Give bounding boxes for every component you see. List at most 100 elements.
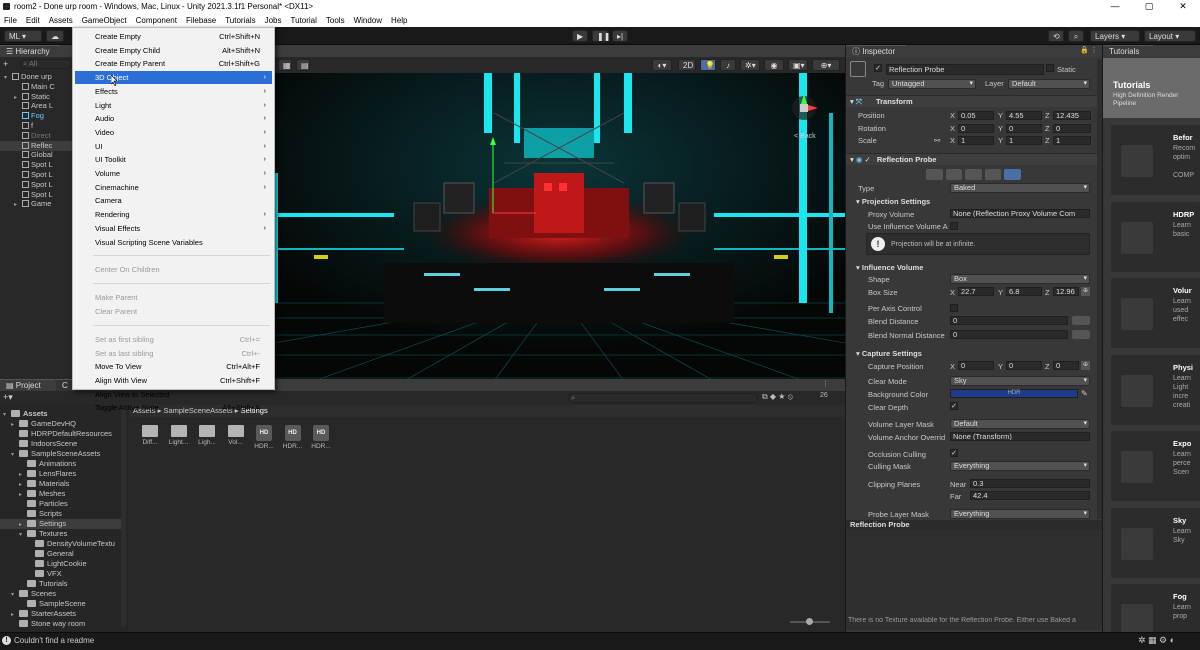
hierarchy-item[interactable]: Spot L (0, 180, 72, 190)
hierarchy-item[interactable]: Spot L (0, 190, 72, 200)
use-influence-checkbox[interactable] (950, 222, 958, 230)
project-tree-item[interactable]: General (0, 549, 121, 559)
layout-dropdown[interactable]: Layout ▾ (1144, 30, 1196, 42)
shading-mode-icon[interactable]: ◐▾ (652, 59, 672, 71)
project-add-icon[interactable]: +▾ (3, 392, 13, 403)
project-tree-item[interactable]: ▸ Meshes (0, 489, 121, 499)
menu-item-volume[interactable]: Volume › (75, 167, 272, 180)
project-tree-item[interactable]: Particles (0, 499, 121, 509)
static-checkbox[interactable] (1046, 64, 1054, 72)
menu-item-create-empty-child[interactable]: Create Empty Child Alt+Shift+N (75, 44, 272, 57)
menu-item-ui[interactable]: UI › (75, 140, 272, 153)
transform-header[interactable]: ▾ ⤧ Transform (846, 95, 1102, 107)
volume-layer-mask-dropdown[interactable]: Default (950, 419, 1090, 429)
project-menu-icon[interactable]: ⋮ (822, 380, 829, 388)
asset-item[interactable]: Diff... (139, 425, 161, 446)
hierarchy-item[interactable]: Spot L (0, 170, 72, 180)
transform-z-field[interactable]: 0 (1053, 123, 1091, 133)
menu-help[interactable]: Help (391, 16, 407, 25)
tutorials-tab[interactable]: Tutorials (1103, 45, 1153, 57)
tutorial-card[interactable]: Physi Learn Light incre creati (1111, 354, 1200, 425)
box-x-field[interactable]: 22.7 (958, 287, 994, 296)
reflection-probe-header[interactable]: ▾ ◉ ✓ Reflection Probe (846, 153, 1102, 165)
menu-item-rendering[interactable]: Rendering › (75, 208, 272, 221)
project-tree-item[interactable]: SampleScene (0, 599, 121, 609)
edit-capture-icon[interactable] (984, 169, 1002, 180)
blend-distance-edit-icon[interactable] (1072, 316, 1090, 325)
hierarchy-item[interactable]: ▸ Static (0, 92, 72, 102)
per-axis-checkbox[interactable] (950, 304, 958, 312)
blend-distance-field[interactable]: 0 (950, 316, 1068, 325)
account-button[interactable]: ML ▾ (4, 30, 42, 42)
hierarchy-item[interactable]: Global (0, 150, 72, 160)
minimize-button[interactable]: — (1098, 0, 1132, 13)
edit-bounds-icon[interactable] (926, 169, 943, 180)
zoom-slider-handle[interactable] (806, 618, 813, 625)
culling-mask-dropdown[interactable]: Everything (950, 461, 1090, 471)
project-tree-item[interactable]: ▾ SampleSceneAssets (0, 449, 121, 459)
hierarchy-item[interactable]: Direct (0, 131, 72, 141)
hierarchy-item[interactable]: Reflec (0, 140, 72, 151)
project-tree-item[interactable]: Scripts (0, 509, 121, 519)
hierarchy-item[interactable]: ▾ Done urp (0, 72, 72, 82)
menu-tutorials[interactable]: Tutorials (225, 16, 255, 25)
project-tree-item[interactable]: Animations (0, 459, 121, 469)
asset-item[interactable]: HD HDR... (253, 425, 275, 450)
proxy-volume-field[interactable]: None (Reflection Proxy Volume Com (950, 209, 1090, 218)
hierarchy-item[interactable]: f (0, 121, 72, 131)
menu-window[interactable]: Window (354, 16, 382, 25)
tutorial-card[interactable]: Sky Learn Sky (1111, 507, 1200, 578)
menu-assets[interactable]: Assets (49, 16, 73, 25)
add-icon[interactable]: + (3, 59, 13, 69)
clear-depth-checkbox[interactable]: ✓ (950, 402, 958, 410)
object-name-field[interactable]: Reflection Probe (886, 64, 1044, 75)
hierarchy-item[interactable]: Fog (0, 111, 72, 121)
hierarchy-item[interactable]: Main C (0, 82, 72, 92)
pause-button[interactable]: ❚❚ (592, 30, 610, 42)
projection-settings-header[interactable]: ▾ Projection Settings (856, 197, 930, 206)
console-tab[interactable]: C (56, 379, 72, 391)
project-filter-icons[interactable]: ⧉ ◆ ★ ⦸ (762, 392, 793, 402)
audio-icon[interactable]: ♪ (720, 59, 736, 71)
history-icon[interactable]: ⟲ (1048, 30, 1064, 42)
menu-file[interactable]: File (4, 16, 17, 25)
project-tab[interactable]: ▤ Project (0, 379, 55, 391)
menu-item-camera[interactable]: Camera (75, 194, 272, 207)
layers-dropdown[interactable]: Layers ▾ (1090, 30, 1140, 42)
asset-item[interactable]: HD HDR... (282, 425, 304, 450)
transform-y-field[interactable]: 4.55 (1006, 111, 1042, 120)
menu-item-align-with-view[interactable]: Align With View Ctrl+Shift+F (75, 374, 272, 387)
project-tree-item[interactable]: DensityVolumeTextu (0, 539, 121, 549)
2d-toggle-button[interactable]: 2D (678, 59, 696, 71)
camera-icon[interactable]: ▣▾ (788, 59, 808, 71)
inspector-tab[interactable]: ⓘ Inspector (846, 45, 906, 57)
menu-item-ui-toolkit[interactable]: UI Toolkit › (75, 153, 272, 166)
lock-icon[interactable]: 🔒 ⋮ (1080, 46, 1098, 54)
tutorial-card[interactable]: Volur Learn used effec (1111, 278, 1200, 348)
menu-filebase[interactable]: Filebase (186, 16, 216, 25)
asset-item[interactable]: Light... (168, 425, 190, 446)
volume-anchor-field[interactable]: None (Transform) (950, 432, 1090, 441)
cap-x-field[interactable]: 0 (958, 361, 994, 370)
gizmos-icon[interactable]: ⊕▾ (812, 59, 840, 71)
project-tree-item[interactable]: ▾ Textures (0, 529, 121, 539)
far-field[interactable]: 42.4 (970, 491, 1090, 500)
project-tree-item[interactable]: Tutorials (0, 579, 121, 589)
preview-title[interactable]: Reflection Probe (846, 520, 1102, 530)
cap-y-field[interactable]: 0 (1006, 361, 1042, 370)
cap-z-field[interactable]: 0 (1053, 361, 1079, 370)
hierarchy-tab[interactable]: ☰ Hierarchy (0, 45, 60, 57)
light-icon[interactable]: 💡 (700, 59, 716, 71)
close-button[interactable]: ✕ (1166, 0, 1200, 13)
transform-x-field[interactable]: 1 (958, 136, 994, 145)
menu-item-toggle-active-state[interactable]: Toggle Active State Alt+Shift+A (75, 401, 272, 414)
blend-normal-edit-icon[interactable] (1072, 330, 1090, 339)
hierarchy-item[interactable]: Spot L (0, 160, 72, 170)
influence-volume-header[interactable]: ▾ Influence Volume (856, 263, 923, 272)
menu-item-visual-effects[interactable]: Visual Effects › (75, 222, 272, 235)
search-icon[interactable]: ⌕ (1068, 30, 1084, 42)
transform-z-field[interactable]: 1 (1053, 136, 1091, 145)
project-tree-item[interactable]: ▸ GameDevHQ (0, 419, 121, 429)
clear-mode-dropdown[interactable]: Sky (950, 376, 1090, 386)
menu-item-visual-scripting-scene-variables[interactable]: Visual Scripting Scene Variables (75, 236, 272, 249)
